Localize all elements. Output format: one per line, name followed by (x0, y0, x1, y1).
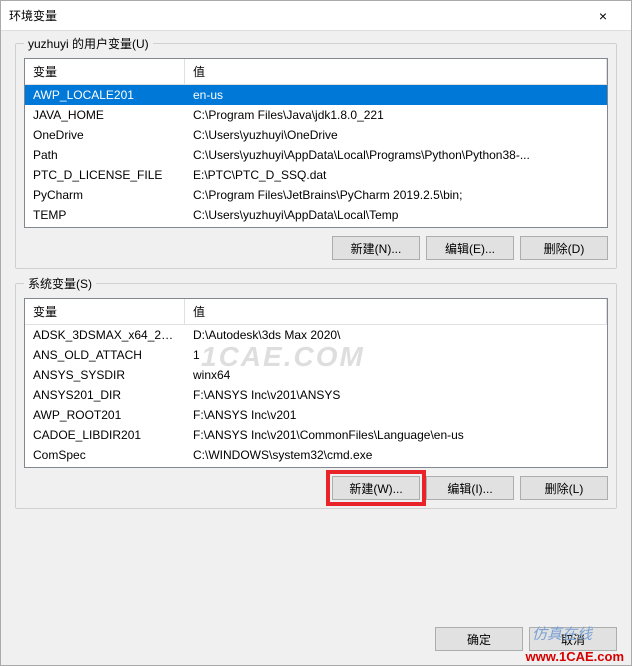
cell-variable: PyCharm (25, 185, 185, 205)
col-variable[interactable]: 变量 (25, 59, 185, 84)
user-list-body[interactable]: AWP_LOCALE201en-usJAVA_HOMEC:\Program Fi… (25, 85, 607, 227)
close-icon[interactable]: × (583, 8, 623, 24)
cell-value: C:\Users\yuzhuyi\OneDrive (185, 125, 607, 145)
system-group-legend: 系统变量(S) (24, 275, 96, 292)
cell-value: C:\Users\yuzhuyi\AppData\Local\Programs\… (185, 145, 607, 165)
system-list-body[interactable]: ADSK_3DSMAX_x64_2020D:\Autodesk\3ds Max … (25, 325, 607, 467)
col-value[interactable]: 值 (185, 299, 607, 324)
cell-value: F:\ANSYS Inc\v201 (185, 405, 607, 425)
table-row[interactable]: OneDriveC:\Users\yuzhuyi\OneDrive (25, 125, 607, 145)
system-variables-list[interactable]: 变量 值 ADSK_3DSMAX_x64_2020D:\Autodesk\3ds… (24, 298, 608, 468)
table-row[interactable]: PyCharmC:\Program Files\JetBrains\PyChar… (25, 185, 607, 205)
table-row[interactable]: ANS_OLD_ATTACH1 (25, 345, 607, 365)
cell-variable: JAVA_HOME (25, 105, 185, 125)
table-row[interactable]: ADSK_3DSMAX_x64_2020D:\Autodesk\3ds Max … (25, 325, 607, 345)
cell-value: C:\Program Files\Java\jdk1.8.0_221 (185, 105, 607, 125)
user-delete-button[interactable]: 删除(D) (520, 236, 608, 260)
dialog-content: yuzhuyi 的用户变量(U) 变量 值 AWP_LOCALE201en-us… (1, 31, 631, 619)
cancel-button[interactable]: 取消 (529, 627, 617, 651)
cell-value: 1 (185, 345, 607, 365)
cell-variable: OneDrive (25, 125, 185, 145)
ok-button[interactable]: 确定 (435, 627, 523, 651)
dialog-title: 环境变量 (9, 7, 583, 24)
cell-value: winx64 (185, 365, 607, 385)
dialog-footer: 确定 取消 (1, 619, 631, 665)
list-header: 变量 值 (25, 59, 607, 85)
user-edit-button[interactable]: 编辑(E)... (426, 236, 514, 260)
table-row[interactable]: CADOE_LIBDIR201F:\ANSYS Inc\v201\CommonF… (25, 425, 607, 445)
table-row[interactable]: TEMPC:\Users\yuzhuyi\AppData\Local\Temp (25, 205, 607, 225)
cell-value: E:\PTC\PTC_D_SSQ.dat (185, 165, 607, 185)
cell-value: F:\ANSYS Inc\v201\ANSYS (185, 385, 607, 405)
user-variables-group: yuzhuyi 的用户变量(U) 变量 值 AWP_LOCALE201en-us… (15, 43, 617, 269)
system-variables-group: 系统变量(S) 变量 值 ADSK_3DSMAX_x64_2020D:\Auto… (15, 283, 617, 509)
cell-variable: AWP_ROOT201 (25, 405, 185, 425)
col-value[interactable]: 值 (185, 59, 607, 84)
table-row[interactable]: AWP_LOCALE201en-us (25, 85, 607, 105)
cell-variable: ADSK_3DSMAX_x64_2020 (25, 325, 185, 345)
system-edit-button[interactable]: 编辑(I)... (426, 476, 514, 500)
table-row[interactable]: PTC_D_LICENSE_FILEE:\PTC\PTC_D_SSQ.dat (25, 165, 607, 185)
table-row[interactable]: AWP_ROOT201F:\ANSYS Inc\v201 (25, 405, 607, 425)
cell-variable: Path (25, 145, 185, 165)
cell-value: C:\Program Files\JetBrains\PyCharm 2019.… (185, 185, 607, 205)
user-variables-list[interactable]: 变量 值 AWP_LOCALE201en-usJAVA_HOMEC:\Progr… (24, 58, 608, 228)
table-row[interactable]: ANSYS_SYSDIRwinx64 (25, 365, 607, 385)
table-row[interactable]: ANSYS201_DIRF:\ANSYS Inc\v201\ANSYS (25, 385, 607, 405)
cell-value: F:\ANSYS Inc\v201\CommonFiles\Language\e… (185, 425, 607, 445)
cell-value: D:\Autodesk\3ds Max 2020\ (185, 325, 607, 345)
user-btn-row: 新建(N)... 编辑(E)... 删除(D) (24, 236, 608, 260)
cell-value: en-us (185, 85, 607, 105)
user-new-button[interactable]: 新建(N)... (332, 236, 420, 260)
table-row[interactable]: JAVA_HOMEC:\Program Files\Java\jdk1.8.0_… (25, 105, 607, 125)
cell-variable: CADOE_LIBDIR201 (25, 425, 185, 445)
col-variable[interactable]: 变量 (25, 299, 185, 324)
titlebar: 环境变量 × (1, 1, 631, 31)
cell-variable: ANSYS_SYSDIR (25, 365, 185, 385)
cell-variable: ANSYS201_DIR (25, 385, 185, 405)
list-header: 变量 值 (25, 299, 607, 325)
cell-value: C:\Users\yuzhuyi\AppData\Local\Temp (185, 205, 607, 225)
cell-value: C:\WINDOWS\system32\cmd.exe (185, 445, 607, 465)
cell-variable: AWP_LOCALE201 (25, 85, 185, 105)
system-delete-button[interactable]: 删除(L) (520, 476, 608, 500)
system-new-button[interactable]: 新建(W)... (332, 476, 420, 500)
system-btn-row: 新建(W)... 编辑(I)... 删除(L) (24, 476, 608, 500)
env-variables-dialog: 环境变量 × yuzhuyi 的用户变量(U) 变量 值 AWP_LOCALE2… (0, 0, 632, 666)
table-row[interactable]: PathC:\Users\yuzhuyi\AppData\Local\Progr… (25, 145, 607, 165)
table-row[interactable]: ComSpecC:\WINDOWS\system32\cmd.exe (25, 445, 607, 465)
cell-variable: PTC_D_LICENSE_FILE (25, 165, 185, 185)
cell-variable: TEMP (25, 205, 185, 225)
cell-variable: ANS_OLD_ATTACH (25, 345, 185, 365)
cell-variable: ComSpec (25, 445, 185, 465)
user-group-legend: yuzhuyi 的用户变量(U) (24, 35, 153, 52)
